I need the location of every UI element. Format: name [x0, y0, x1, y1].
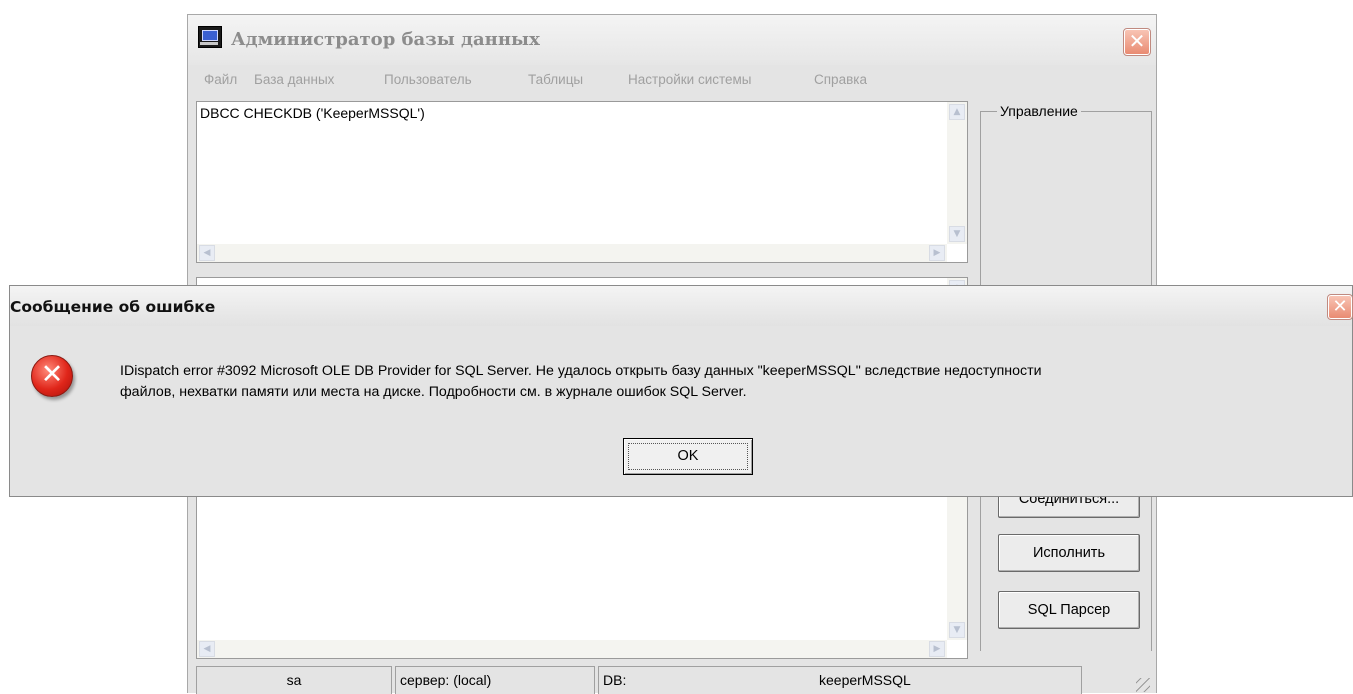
scroll-left-icon[interactable]: ◀: [199, 245, 215, 261]
status-user: sa: [196, 666, 392, 694]
results-horizontal-scrollbar[interactable]: ◀ ▶: [197, 640, 947, 658]
sql-parser-button[interactable]: SQL Парсер: [998, 591, 1140, 629]
scroll-up-icon[interactable]: ▲: [949, 104, 965, 120]
error-message-line: IDispatch error #3092 Microsoft OLE DB P…: [120, 363, 1042, 379]
controls-group-label: Управление: [997, 103, 1081, 119]
menu-user[interactable]: Пользователь: [384, 72, 472, 87]
ok-button[interactable]: OK: [623, 438, 753, 475]
status-bar: sa сервер: (local) DB: keeperMSSQL: [188, 664, 1156, 694]
scroll-right-icon[interactable]: ▶: [929, 641, 945, 657]
scroll-down-icon[interactable]: ▼: [949, 226, 965, 242]
menu-bar: Файл База данных Пользователь Таблицы На…: [188, 69, 1156, 91]
query-horizontal-scrollbar[interactable]: ◀ ▶: [197, 244, 947, 262]
menu-tables[interactable]: Таблицы: [528, 72, 583, 87]
status-server: сервер: (local): [395, 666, 595, 694]
menu-help[interactable]: Справка: [814, 72, 867, 87]
resize-grip-icon[interactable]: [1136, 678, 1150, 692]
dialog-title-bar[interactable]: Сообщение об ошибке ✕: [10, 286, 1353, 326]
error-dialog: Сообщение об ошибке ✕ ✕ IDispatch error …: [9, 285, 1353, 497]
query-text: DBCC CHECKDB ('KeeperMSSQL'): [200, 105, 425, 121]
query-vertical-scrollbar[interactable]: ▲ ▼: [947, 102, 967, 244]
dialog-title: Сообщение об ошибке: [10, 298, 216, 316]
status-db-label: DB:: [603, 672, 627, 688]
error-icon: ✕: [31, 355, 73, 397]
error-message: IDispatch error #3092 Microsoft OLE DB P…: [120, 361, 1350, 403]
execute-button[interactable]: Исполнить: [998, 534, 1140, 572]
status-db-name: keeperMSSQL: [819, 672, 911, 688]
menu-database[interactable]: База данных: [254, 72, 334, 87]
title-bar[interactable]: Администратор базы данных ✕: [188, 15, 1156, 65]
app-monitor-icon: [198, 26, 222, 48]
error-message-line: файлов, нехватки памяти или места на дис…: [120, 384, 747, 400]
dialog-close-button[interactable]: ✕: [1327, 294, 1353, 320]
scroll-left-icon[interactable]: ◀: [199, 641, 215, 657]
menu-file[interactable]: Файл: [204, 72, 237, 87]
query-editor[interactable]: DBCC CHECKDB ('KeeperMSSQL') ▲ ▼ ◀ ▶: [196, 101, 968, 263]
scroll-down-icon[interactable]: ▼: [949, 622, 965, 638]
status-db: DB: keeperMSSQL: [598, 666, 1082, 694]
window-title: Администратор базы данных: [231, 29, 540, 50]
window-close-button[interactable]: ✕: [1123, 28, 1151, 56]
menu-system-settings[interactable]: Настройки системы: [628, 72, 752, 87]
scroll-right-icon[interactable]: ▶: [929, 245, 945, 261]
